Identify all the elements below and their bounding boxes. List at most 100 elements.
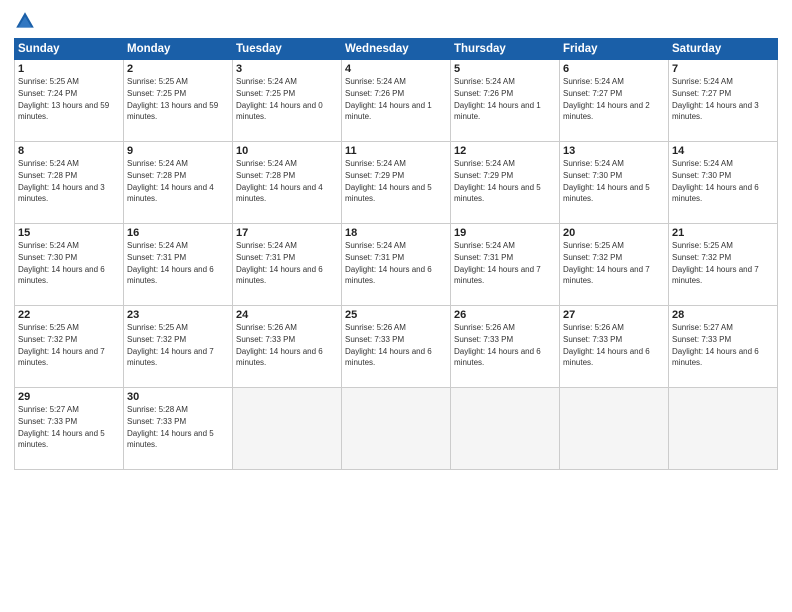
day-number: 24 [236, 309, 338, 321]
header-thursday: Thursday [451, 39, 560, 60]
calendar-day-cell: 27 Sunrise: 5:26 AMSunset: 7:33 PMDaylig… [560, 306, 669, 388]
day-number: 22 [18, 309, 120, 321]
day-number: 26 [454, 309, 556, 321]
header-monday: Monday [124, 39, 233, 60]
day-info: Sunrise: 5:24 AMSunset: 7:28 PMDaylight:… [127, 159, 214, 203]
calendar-table: Sunday Monday Tuesday Wednesday Thursday… [14, 38, 778, 470]
day-info: Sunrise: 5:25 AMSunset: 7:32 PMDaylight:… [672, 241, 759, 285]
day-info: Sunrise: 5:24 AMSunset: 7:26 PMDaylight:… [345, 77, 432, 121]
day-number: 20 [563, 227, 665, 239]
day-number: 25 [345, 309, 447, 321]
day-number: 5 [454, 63, 556, 75]
day-info: Sunrise: 5:26 AMSunset: 7:33 PMDaylight:… [236, 323, 323, 367]
day-number: 30 [127, 391, 229, 403]
calendar-day-cell: 6 Sunrise: 5:24 AMSunset: 7:27 PMDayligh… [560, 60, 669, 142]
calendar-day-cell: 25 Sunrise: 5:26 AMSunset: 7:33 PMDaylig… [342, 306, 451, 388]
logo [14, 10, 40, 32]
day-number: 23 [127, 309, 229, 321]
calendar-day-cell: 17 Sunrise: 5:24 AMSunset: 7:31 PMDaylig… [233, 224, 342, 306]
calendar-week-row: 1 Sunrise: 5:25 AMSunset: 7:24 PMDayligh… [15, 60, 778, 142]
calendar-day-cell: 10 Sunrise: 5:24 AMSunset: 7:28 PMDaylig… [233, 142, 342, 224]
calendar-day-cell: 14 Sunrise: 5:24 AMSunset: 7:30 PMDaylig… [669, 142, 778, 224]
day-number: 11 [345, 145, 447, 157]
day-number: 19 [454, 227, 556, 239]
day-info: Sunrise: 5:24 AMSunset: 7:27 PMDaylight:… [672, 77, 759, 121]
calendar-day-cell: 11 Sunrise: 5:24 AMSunset: 7:29 PMDaylig… [342, 142, 451, 224]
day-number: 1 [18, 63, 120, 75]
header-wednesday: Wednesday [342, 39, 451, 60]
day-info: Sunrise: 5:24 AMSunset: 7:27 PMDaylight:… [563, 77, 650, 121]
calendar-day-cell: 20 Sunrise: 5:25 AMSunset: 7:32 PMDaylig… [560, 224, 669, 306]
day-info: Sunrise: 5:24 AMSunset: 7:31 PMDaylight:… [127, 241, 214, 285]
day-info: Sunrise: 5:24 AMSunset: 7:26 PMDaylight:… [454, 77, 541, 121]
day-info: Sunrise: 5:24 AMSunset: 7:30 PMDaylight:… [563, 159, 650, 203]
day-info: Sunrise: 5:24 AMSunset: 7:28 PMDaylight:… [236, 159, 323, 203]
day-number: 28 [672, 309, 774, 321]
day-number: 12 [454, 145, 556, 157]
calendar-day-cell [233, 388, 342, 470]
calendar-day-cell [669, 388, 778, 470]
day-info: Sunrise: 5:27 AMSunset: 7:33 PMDaylight:… [672, 323, 759, 367]
day-number: 9 [127, 145, 229, 157]
calendar-day-cell: 29 Sunrise: 5:27 AMSunset: 7:33 PMDaylig… [15, 388, 124, 470]
weekday-header-row: Sunday Monday Tuesday Wednesday Thursday… [15, 39, 778, 60]
day-number: 2 [127, 63, 229, 75]
logo-icon [14, 10, 36, 32]
day-info: Sunrise: 5:25 AMSunset: 7:32 PMDaylight:… [18, 323, 105, 367]
day-number: 8 [18, 145, 120, 157]
day-number: 21 [672, 227, 774, 239]
day-info: Sunrise: 5:28 AMSunset: 7:33 PMDaylight:… [127, 405, 214, 449]
calendar-day-cell: 21 Sunrise: 5:25 AMSunset: 7:32 PMDaylig… [669, 224, 778, 306]
day-number: 16 [127, 227, 229, 239]
day-info: Sunrise: 5:27 AMSunset: 7:33 PMDaylight:… [18, 405, 105, 449]
calendar-day-cell: 2 Sunrise: 5:25 AMSunset: 7:25 PMDayligh… [124, 60, 233, 142]
day-info: Sunrise: 5:25 AMSunset: 7:25 PMDaylight:… [127, 77, 218, 121]
calendar-day-cell: 16 Sunrise: 5:24 AMSunset: 7:31 PMDaylig… [124, 224, 233, 306]
day-number: 15 [18, 227, 120, 239]
header-tuesday: Tuesday [233, 39, 342, 60]
day-info: Sunrise: 5:24 AMSunset: 7:29 PMDaylight:… [454, 159, 541, 203]
calendar-day-cell: 15 Sunrise: 5:24 AMSunset: 7:30 PMDaylig… [15, 224, 124, 306]
day-number: 29 [18, 391, 120, 403]
day-number: 4 [345, 63, 447, 75]
calendar-day-cell: 24 Sunrise: 5:26 AMSunset: 7:33 PMDaylig… [233, 306, 342, 388]
calendar-day-cell: 7 Sunrise: 5:24 AMSunset: 7:27 PMDayligh… [669, 60, 778, 142]
calendar-day-cell: 5 Sunrise: 5:24 AMSunset: 7:26 PMDayligh… [451, 60, 560, 142]
day-info: Sunrise: 5:25 AMSunset: 7:32 PMDaylight:… [127, 323, 214, 367]
calendar-day-cell: 23 Sunrise: 5:25 AMSunset: 7:32 PMDaylig… [124, 306, 233, 388]
calendar-day-cell [451, 388, 560, 470]
calendar-day-cell: 18 Sunrise: 5:24 AMSunset: 7:31 PMDaylig… [342, 224, 451, 306]
day-info: Sunrise: 5:24 AMSunset: 7:31 PMDaylight:… [345, 241, 432, 285]
calendar-day-cell [342, 388, 451, 470]
calendar-day-cell: 13 Sunrise: 5:24 AMSunset: 7:30 PMDaylig… [560, 142, 669, 224]
calendar-week-row: 29 Sunrise: 5:27 AMSunset: 7:33 PMDaylig… [15, 388, 778, 470]
calendar-day-cell: 9 Sunrise: 5:24 AMSunset: 7:28 PMDayligh… [124, 142, 233, 224]
calendar-week-row: 22 Sunrise: 5:25 AMSunset: 7:32 PMDaylig… [15, 306, 778, 388]
calendar-day-cell: 30 Sunrise: 5:28 AMSunset: 7:33 PMDaylig… [124, 388, 233, 470]
day-info: Sunrise: 5:26 AMSunset: 7:33 PMDaylight:… [563, 323, 650, 367]
day-number: 13 [563, 145, 665, 157]
calendar-day-cell: 22 Sunrise: 5:25 AMSunset: 7:32 PMDaylig… [15, 306, 124, 388]
day-number: 6 [563, 63, 665, 75]
page-header [14, 10, 778, 32]
day-number: 14 [672, 145, 774, 157]
day-info: Sunrise: 5:25 AMSunset: 7:24 PMDaylight:… [18, 77, 109, 121]
calendar-day-cell: 12 Sunrise: 5:24 AMSunset: 7:29 PMDaylig… [451, 142, 560, 224]
calendar-day-cell: 4 Sunrise: 5:24 AMSunset: 7:26 PMDayligh… [342, 60, 451, 142]
day-info: Sunrise: 5:24 AMSunset: 7:30 PMDaylight:… [672, 159, 759, 203]
day-number: 7 [672, 63, 774, 75]
day-info: Sunrise: 5:26 AMSunset: 7:33 PMDaylight:… [454, 323, 541, 367]
header-saturday: Saturday [669, 39, 778, 60]
calendar-day-cell: 28 Sunrise: 5:27 AMSunset: 7:33 PMDaylig… [669, 306, 778, 388]
day-info: Sunrise: 5:24 AMSunset: 7:28 PMDaylight:… [18, 159, 105, 203]
header-friday: Friday [560, 39, 669, 60]
calendar-week-row: 8 Sunrise: 5:24 AMSunset: 7:28 PMDayligh… [15, 142, 778, 224]
day-info: Sunrise: 5:24 AMSunset: 7:30 PMDaylight:… [18, 241, 105, 285]
day-number: 10 [236, 145, 338, 157]
calendar-day-cell: 26 Sunrise: 5:26 AMSunset: 7:33 PMDaylig… [451, 306, 560, 388]
calendar-day-cell [560, 388, 669, 470]
day-info: Sunrise: 5:24 AMSunset: 7:31 PMDaylight:… [454, 241, 541, 285]
day-info: Sunrise: 5:24 AMSunset: 7:31 PMDaylight:… [236, 241, 323, 285]
day-info: Sunrise: 5:25 AMSunset: 7:32 PMDaylight:… [563, 241, 650, 285]
day-number: 17 [236, 227, 338, 239]
